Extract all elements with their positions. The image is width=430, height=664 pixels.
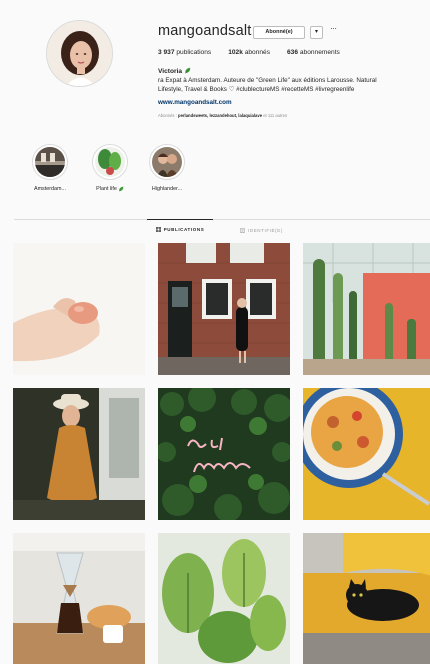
post-cactus[interactable] xyxy=(303,243,430,375)
profile-avatar[interactable] xyxy=(46,20,113,87)
tab-publications[interactable]: PUBLICATIONS xyxy=(147,219,213,239)
highlight-label: Amsterdam... xyxy=(33,186,67,192)
following-button[interactable]: Abonné(e) xyxy=(253,26,305,39)
chevron-down-icon: ▾ xyxy=(314,29,318,35)
posts-stat[interactable]: 3 937 publications xyxy=(158,49,211,56)
post-pasta-plate[interactable] xyxy=(303,388,430,520)
tab-tagged[interactable]: IDENTIFIÉ(E) xyxy=(240,220,283,240)
profile-bio: ra Expat à Amsterdam. Auteure de "Green … xyxy=(158,77,377,93)
post-hand-stone[interactable] xyxy=(13,243,145,375)
followed-by-text[interactable]: Abonnés : perlandsweets, lezzandehout, l… xyxy=(158,113,287,118)
story-highlights: Amsterdam... Plant life Highlander... xyxy=(0,140,430,210)
post-yellow-dress[interactable] xyxy=(13,388,145,520)
highlight-cover-image xyxy=(152,147,182,177)
tabs-divider xyxy=(14,219,430,220)
post-brick-house[interactable] xyxy=(158,243,290,375)
highlight-highlander[interactable]: Highlander... xyxy=(137,144,197,192)
post-and-breathe[interactable] xyxy=(158,388,290,520)
grid-icon xyxy=(155,227,161,232)
tagged-icon xyxy=(240,227,245,233)
profile-full-name: Victoria xyxy=(158,67,191,76)
highlight-cover-image xyxy=(95,147,125,177)
profile-stats: 3 937 publications 102k abonnés 636 abon… xyxy=(158,49,340,56)
post-green-plant[interactable] xyxy=(158,533,290,664)
highlight-label: Plant life xyxy=(80,186,140,192)
highlight-label: Highlander... xyxy=(151,186,183,192)
leaf-emoji-icon xyxy=(118,186,124,192)
more-options-icon[interactable]: ··· xyxy=(330,24,337,33)
post-black-cat[interactable] xyxy=(303,533,430,664)
leaf-emoji-icon xyxy=(184,67,191,76)
highlight-amsterdam[interactable]: Amsterdam... xyxy=(20,144,80,192)
post-coffee-breakfast[interactable] xyxy=(13,533,145,664)
highlight-cover-image xyxy=(35,147,65,177)
following-stat[interactable]: 636 abonnements xyxy=(287,49,340,56)
highlight-plant-life[interactable]: Plant life xyxy=(80,144,140,192)
suggestions-dropdown-button[interactable]: ▾ xyxy=(310,26,323,39)
profile-header: mangoandsalt Abonné(e) ▾ ··· 3 937 publi… xyxy=(0,0,430,140)
followers-stat[interactable]: 102k abonnés xyxy=(228,49,270,56)
profile-username: mangoandsalt xyxy=(158,23,252,39)
profile-website-link[interactable]: www.mangoandsalt.com xyxy=(158,99,232,106)
